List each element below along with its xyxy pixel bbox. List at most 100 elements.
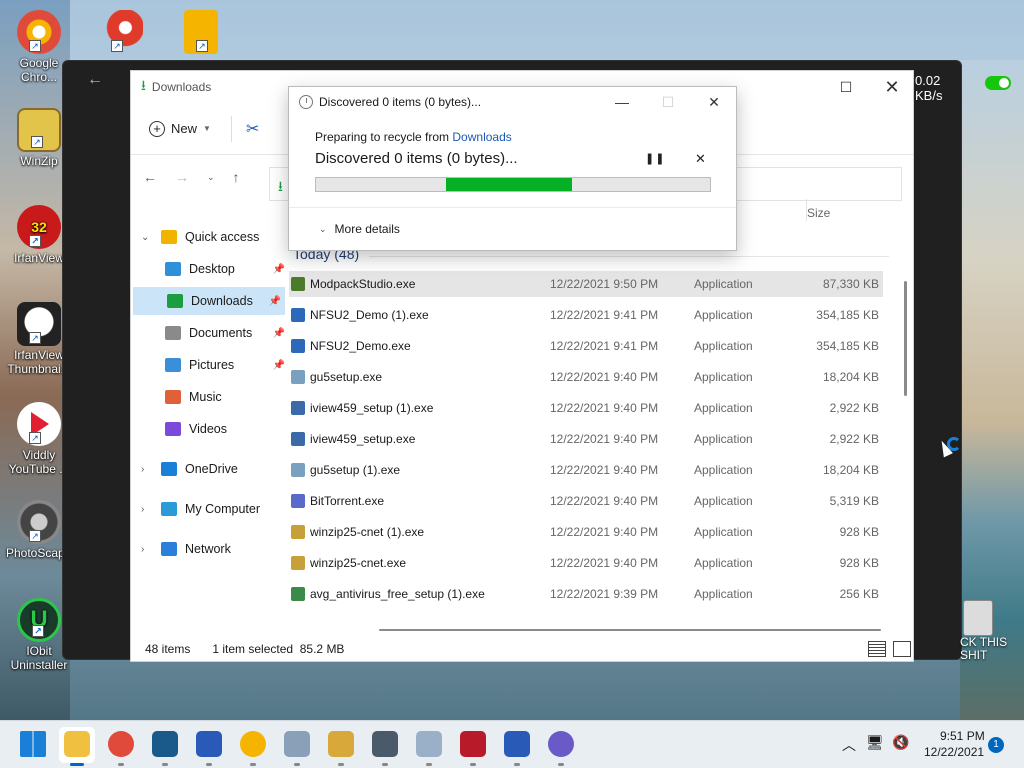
forward-icon[interactable]: → (175, 169, 189, 185)
cancel-icon[interactable]: ✕ (695, 151, 706, 167)
file-type: Application (694, 432, 753, 446)
running-indicator (70, 763, 84, 766)
file-row[interactable]: BitTorrent.exe 12/22/2021 9:40 PM Applicat… (289, 488, 883, 514)
sidebar-item-label: OneDrive (185, 462, 238, 476)
more-details-button[interactable]: ⌄ More details (319, 222, 400, 236)
vertical-scrollbar[interactable] (904, 281, 907, 396)
file-row[interactable]: NFSU2_Demo.exe 12/22/2021 9:41 PM Applicat… (289, 333, 883, 359)
file-row[interactable]: gu5setup (1).exe 12/22/2021 9:40 PM Applic… (289, 457, 883, 483)
clock-time[interactable]: 9:51 PM (940, 729, 985, 743)
shield-app-icon[interactable] (152, 731, 178, 757)
desktop-icon-recycle-bin[interactable]: CK THIS SHIT (960, 600, 1024, 662)
column-header-size[interactable]: Size (807, 206, 830, 220)
application-icon (291, 370, 305, 384)
file-date: 12/22/2021 9:41 PM (550, 339, 659, 353)
iobit-icon: U ↗ (17, 598, 61, 642)
close-button[interactable]: ✕ (869, 71, 915, 103)
recycle-progress-dialog[interactable]: Discovered 0 items (0 bytes)... — ☐ ✕ Pr… (288, 86, 737, 251)
bittorrent-app-icon[interactable] (548, 731, 574, 757)
new-button[interactable]: + New ▼ (149, 120, 211, 137)
sidebar-item[interactable]: ⌄ Quick access (131, 223, 289, 251)
slides-app-icon[interactable] (240, 731, 266, 757)
file-row[interactable]: winzip25-cnet (1).exe 12/22/2021 9:40 PM A… (289, 519, 883, 545)
file-size: 256 KB (839, 587, 879, 601)
chevron-right-icon[interactable]: › (141, 464, 144, 475)
file-name: winzip25-cnet.exe (310, 556, 407, 570)
running-indicator (470, 763, 476, 766)
sidebar-item[interactable]: › Network (131, 535, 289, 563)
installer-icon[interactable] (284, 731, 310, 757)
file-row[interactable]: winzip25-cnet.exe 12/22/2021 9:40 PM Appli… (289, 550, 883, 576)
photoscape-icon: ↗ (17, 500, 61, 544)
file-row-partial[interactable] (289, 612, 883, 622)
folder-icon (167, 294, 183, 308)
setup-app-icon[interactable] (416, 731, 442, 757)
sidebar-item[interactable]: Music (131, 383, 289, 411)
desktop-icon-ccleaner[interactable]: ↗ (88, 10, 154, 56)
file-row[interactable]: ModpackStudio.exe 12/22/2021 9:50 PM Appli… (289, 271, 883, 297)
sidebar-item[interactable]: › My Computer (131, 495, 289, 523)
chevron-down-icon[interactable]: ⌄ (141, 232, 149, 243)
clock-icon (299, 95, 313, 109)
subtitle-prefix: Preparing to recycle from (315, 130, 453, 144)
malwarebytes2-icon[interactable] (504, 731, 530, 757)
back-icon[interactable]: ← (143, 169, 157, 185)
ccleaner-app-icon[interactable] (372, 731, 398, 757)
chevron-right-icon[interactable]: › (141, 544, 144, 555)
dialog-minimize-button[interactable]: — (607, 91, 637, 113)
file-row[interactable]: iview459_setup (1).exe 12/22/2021 9:40 PM… (289, 395, 883, 421)
volume-muted-icon[interactable]: 🔇 (892, 734, 909, 751)
chrome-icon[interactable] (108, 731, 134, 757)
chevron-right-icon[interactable]: › (141, 504, 144, 515)
application-icon (291, 556, 305, 570)
file-row[interactable]: NFSU2_Demo (1).exe 12/22/2021 9:41 PM Appl… (289, 302, 883, 328)
file-name: winzip25-cnet (1).exe (310, 525, 425, 539)
up-icon[interactable]: ↑ (233, 169, 240, 185)
sidebar-item[interactable]: › OneDrive (131, 455, 289, 483)
folder-icon (165, 262, 181, 276)
sidebar-item[interactable]: Pictures 📌 (131, 351, 289, 379)
file-size: 928 KB (839, 556, 879, 570)
back-arrow-icon[interactable]: ← (87, 71, 103, 89)
speed-toggle[interactable] (985, 76, 1011, 90)
file-row[interactable]: avg_antivirus_free_setup (1).exe 12/22/20… (289, 581, 883, 607)
file-row[interactable]: gu5setup.exe 12/22/2021 9:40 PM Applicatio… (289, 364, 883, 390)
start-icon[interactable] (20, 731, 46, 757)
file-row[interactable]: iview459_setup.exe 12/22/2021 9:40 PM Appl… (289, 426, 883, 452)
desktop-icon-slides[interactable]: ↗ (168, 10, 234, 56)
network-icon[interactable]: 🖥 (866, 734, 884, 751)
recent-chevron-icon[interactable]: ⌄ (207, 172, 215, 183)
file-date: 12/22/2021 9:40 PM (550, 494, 659, 508)
horizontal-scrollbar[interactable] (379, 629, 881, 631)
tiles-view-icon[interactable] (893, 641, 911, 657)
pause-icon[interactable]: ❚❚ (645, 152, 665, 165)
sidebar-item[interactable]: Videos (131, 415, 289, 443)
file-explorer-icon[interactable] (64, 731, 90, 757)
cut-icon[interactable]: ✂ (246, 119, 259, 139)
maximize-button[interactable]: ☐ (823, 71, 869, 103)
notification-badge[interactable]: 1 (988, 737, 1004, 753)
plus-icon: + (149, 120, 165, 137)
malwarebytes-icon[interactable] (196, 731, 222, 757)
dialog-subtitle: Preparing to recycle from Downloads (315, 130, 512, 144)
recorder-icon[interactable] (460, 731, 486, 757)
irfanview-icon: 32 ↗ (17, 205, 61, 249)
sidebar-item[interactable]: Downloads 📌 (133, 287, 285, 315)
tray-chevron-icon[interactable]: ︿ (842, 735, 856, 755)
details-view-icon[interactable] (868, 641, 886, 657)
dialog-close-button[interactable]: ✕ (699, 91, 729, 113)
group-divider (369, 256, 889, 257)
sidebar-item[interactable]: Documents 📌 (131, 319, 289, 347)
selection-text: 1 item selected (212, 642, 294, 656)
file-size: 87,330 KB (822, 277, 879, 291)
sidebar-item-label: Music (189, 390, 222, 404)
folder-icon (165, 390, 181, 404)
recycle-bin-label: CK THIS SHIT (960, 635, 1008, 662)
downloads-link[interactable]: Downloads (452, 130, 511, 144)
file-name: avg_antivirus_free_setup (1).exe (310, 587, 485, 601)
file-date: 12/22/2021 9:40 PM (550, 401, 659, 415)
sidebar-item[interactable]: Desktop 📌 (131, 255, 289, 283)
folder-icon (165, 358, 181, 372)
winzip-app-icon[interactable] (328, 731, 354, 757)
clock-date[interactable]: 12/22/2021 (924, 745, 984, 759)
